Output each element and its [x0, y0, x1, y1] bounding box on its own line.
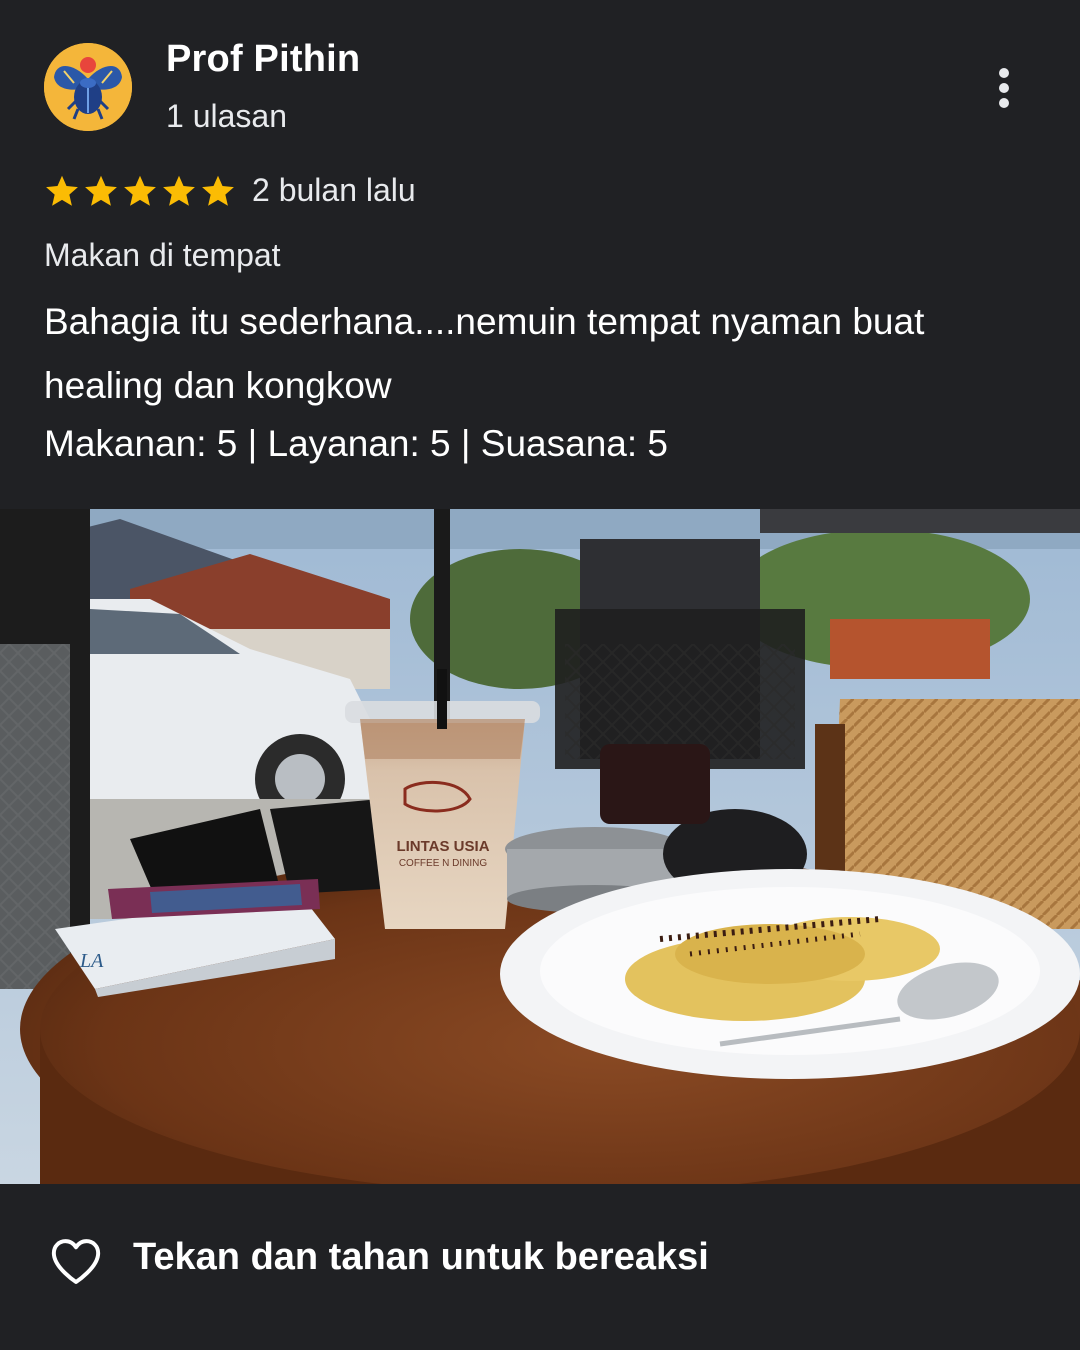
sub-ratings: Makanan: 5 | Layanan: 5 | Suasana: 5 — [44, 423, 668, 464]
reviewer-name[interactable]: Prof Pithin — [166, 38, 360, 81]
star-icon — [163, 175, 195, 206]
scarab-beetle-avatar-icon — [44, 43, 132, 131]
star-icon — [85, 175, 117, 206]
star-icon — [46, 175, 78, 206]
heart-outline-icon[interactable] — [48, 1233, 104, 1289]
cup-brand-label: LINTAS USIA — [396, 838, 489, 855]
more-options-dot — [999, 98, 1009, 108]
review-photo[interactable]: LA LINTAS USIA COFFEE N DINING — [0, 509, 1080, 1184]
more-options-button[interactable] — [984, 62, 1024, 114]
avatar[interactable] — [44, 43, 132, 131]
review-text: Bahagia itu sederhana....nemuin tempat n… — [44, 301, 925, 406]
more-options-icon — [999, 68, 1009, 78]
pack-brand-label: LA — [79, 950, 104, 972]
review-time: 2 bulan lalu — [252, 172, 416, 208]
reaction-hint-label[interactable]: Tekan dan tahan untuk bereaksi — [133, 1236, 709, 1279]
star-icon — [124, 175, 156, 206]
dining-mode: Makan di tempat — [44, 237, 281, 273]
star-icon — [202, 175, 234, 206]
star-rating — [44, 173, 236, 213]
reviewer-review-count[interactable]: 1 ulasan — [166, 98, 287, 135]
more-options-dot — [999, 83, 1009, 93]
cup-subtitle-label: COFFEE N DINING — [399, 858, 488, 869]
